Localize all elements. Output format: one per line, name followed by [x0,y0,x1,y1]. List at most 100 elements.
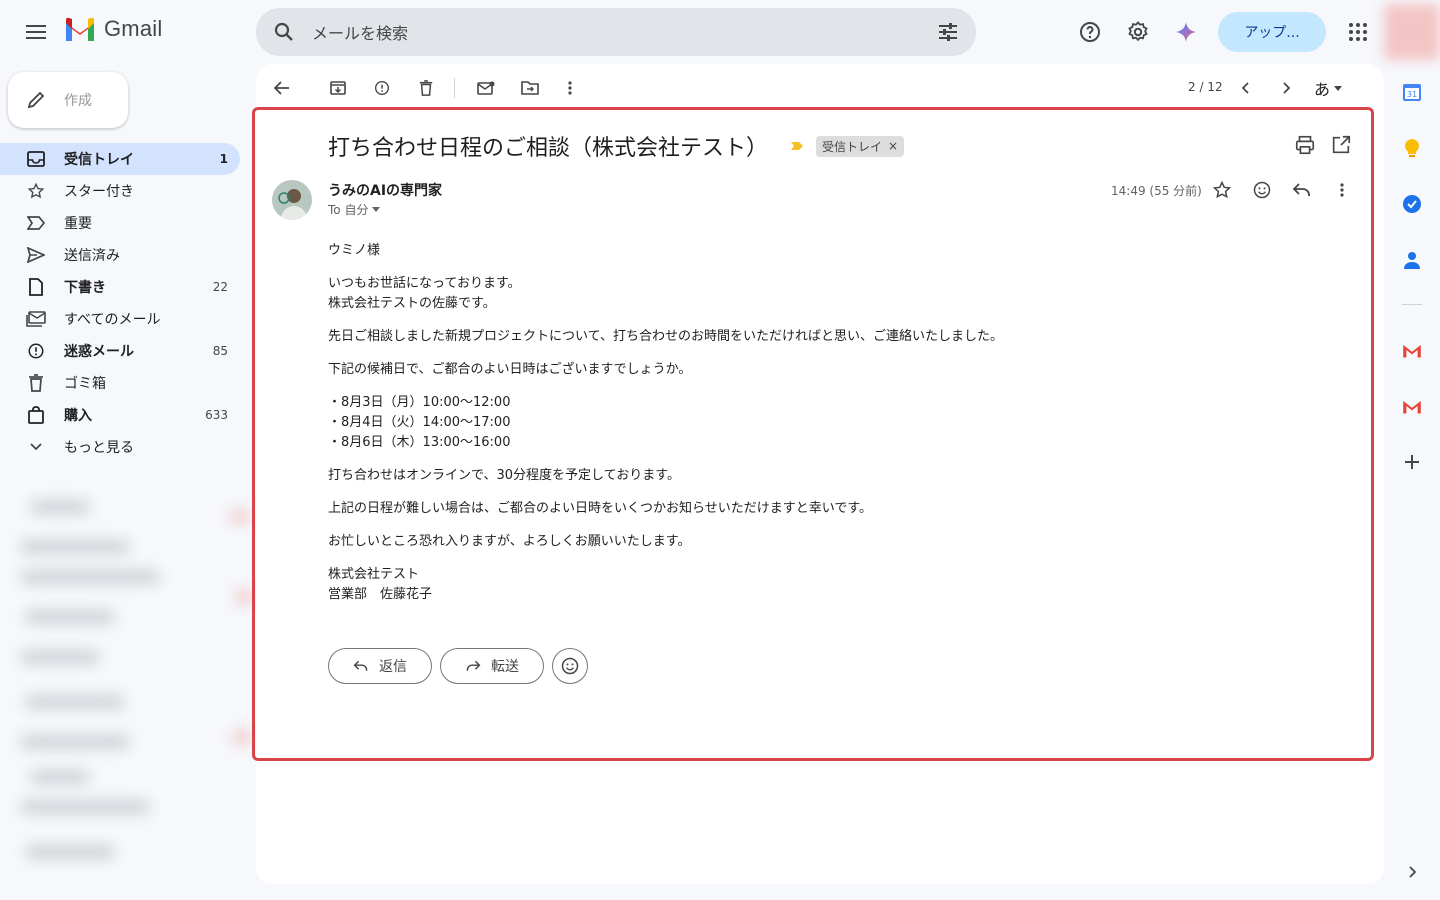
email-subject: 打ち合わせ日程のご相談（株式会社テスト） [328,136,769,161]
sidebar-nav: 受信トレイ 1 スター付き 重要 送信済み 下書き 22 すべてのメール 迷惑メ… [0,143,256,463]
svg-text:31: 31 [1407,90,1417,99]
apps-grid-icon[interactable] [1338,12,1378,52]
compose-label: 作成 [64,93,92,109]
reply-icon[interactable] [1290,178,1314,202]
sidebar-item-sent[interactable]: 送信済み [0,239,240,271]
next-message-icon[interactable] [1270,72,1302,104]
sidebar-item-label: スター付き [64,184,134,200]
sidebar-item-more[interactable]: もっと見る [0,431,240,463]
sender-name[interactable]: うみのAIの専門家 [328,180,442,200]
message-more-icon[interactable] [1330,178,1354,202]
sidebar-item-drafts[interactable]: 下書き 22 [0,271,240,303]
search-options-icon[interactable] [936,20,960,44]
sidebar-item-label: もっと見る [64,440,134,456]
main-menu-button[interactable] [16,12,56,52]
body-paragraph: 下記の候補日で、ご都合のよい日時はございますでしょうか。 [328,362,692,377]
signature-line: 株式会社テスト [328,567,420,582]
body-line: いつもお世話になっております。 [328,276,521,291]
sidebar-item-starred[interactable]: スター付き [0,175,240,207]
remove-label-icon[interactable]: × [888,139,898,153]
draft-icon [26,277,46,297]
star-icon [26,181,46,201]
expand-panel-chevron-icon[interactable] [1400,860,1424,884]
unread-count: 1 [219,152,228,166]
schedule-options: ・8月3日（月）10:00〜12:00 ・8月4日（火）14:00〜17:00 … [328,393,1128,453]
schedule-option: ・8月4日（火）14:00〜17:00 [328,415,511,430]
caret-down-icon [1334,85,1343,91]
settings-gear-icon[interactable] [1118,12,1158,52]
back-arrow-icon[interactable] [266,72,298,104]
schedule-option: ・8月3日（月）10:00〜12:00 [328,395,511,410]
reply-label: 返信 [379,659,407,675]
body-line: 株式会社テストの佐藤です。 [328,296,496,311]
message-time: 14:49 (55 分前) [1111,184,1202,198]
sidebar-item-label: 送信済み [64,248,120,264]
reply-icon [353,660,368,671]
forward-label: 転送 [491,659,519,675]
more-vertical-icon[interactable] [554,72,586,104]
sidebar-item-label: 受信トレイ [64,152,134,168]
gmail-addon-icon[interactable] [1400,394,1424,418]
mark-unread-icon[interactable] [470,72,502,104]
input-tool-label: あ [1314,80,1331,99]
reply-button[interactable]: 返信 [328,648,432,684]
open-new-window-icon[interactable] [1330,134,1352,156]
email-subject-row: 打ち合わせ日程のご相談（株式会社テスト） 受信トレイ × [328,130,905,162]
search-input[interactable]: メールを検索 [312,20,936,44]
forward-icon [466,660,481,671]
tasks-icon[interactable] [1400,192,1424,216]
sidebar-item-purchases[interactable]: 購入 633 [0,399,240,431]
keep-icon[interactable] [1400,136,1424,160]
sidebar-item-important[interactable]: 重要 [0,207,240,239]
move-to-icon[interactable] [514,72,546,104]
archive-icon[interactable] [322,72,354,104]
body-paragraph: 上記の日程が難しい場合は、ご都合のよい日時をいくつかお知らせいただけますと幸いで… [328,501,873,516]
signature: 株式会社テスト 営業部 佐藤花子 [328,565,1128,605]
prev-message-icon[interactable] [1230,72,1262,104]
sender-avatar[interactable] [272,180,312,220]
contacts-icon[interactable] [1400,248,1424,272]
sidebar-item-label: すべてのメール [64,312,161,328]
inbox-label-chip[interactable]: 受信トレイ × [816,135,905,157]
body-greeting: ウミノ様 [328,243,381,258]
schedule-option: ・8月6日（木）13:00〜16:00 [328,435,511,450]
chevron-down-icon [26,437,46,457]
emoji-reaction-button[interactable] [552,648,588,684]
sidebar-item-spam[interactable]: 迷惑メール 85 [0,335,240,367]
all-mail-icon [26,309,46,329]
sidebar-item-all-mail[interactable]: すべてのメール [0,303,240,335]
recipient-details[interactable]: To 自分 [328,201,381,218]
body-paragraph: 先日ご相談しました新規プロジェクトについて、打ち合わせのお時間をいただければと思… [328,329,1003,344]
gmail-addon-icon[interactable] [1400,338,1424,362]
star-icon[interactable] [1210,178,1234,202]
search-icon[interactable] [272,20,296,44]
hamburger-icon [26,25,46,39]
gmail-logo[interactable]: Gmail [64,16,162,42]
toolbar-divider [454,78,455,98]
blurred-labels-area [0,470,262,900]
account-avatar[interactable] [1384,4,1440,60]
sidebar-item-inbox[interactable]: 受信トレイ 1 [0,143,240,175]
sidebar-item-trash[interactable]: ゴミ箱 [0,367,240,399]
search-bar[interactable]: メールを検索 [256,8,976,56]
add-reaction-icon[interactable] [1250,178,1274,202]
gemini-sparkle-icon[interactable] [1166,12,1206,52]
side-panel-divider [1402,304,1422,305]
delete-icon[interactable] [410,72,442,104]
input-tools-button[interactable]: あ [1314,76,1343,100]
sidebar-item-label: 重要 [64,216,92,232]
upgrade-button[interactable]: アップ... [1218,12,1326,52]
spam-count: 85 [212,344,228,358]
compose-button[interactable]: 作成 [8,72,128,128]
draft-count: 22 [212,280,228,294]
help-icon[interactable] [1070,12,1110,52]
print-icon[interactable] [1294,134,1316,156]
calendar-icon[interactable]: 31 [1400,80,1424,104]
signature-line: 営業部 佐藤花子 [328,587,433,602]
forward-button[interactable]: 転送 [440,648,544,684]
email-body: ウミノ様 いつもお世話になっております。 株式会社テストの佐藤です。 先日ご相談… [328,241,1128,618]
importance-marker-icon[interactable] [790,141,804,151]
add-addon-plus-icon[interactable] [1400,450,1424,474]
report-spam-icon[interactable] [366,72,398,104]
pencil-icon [27,91,45,109]
